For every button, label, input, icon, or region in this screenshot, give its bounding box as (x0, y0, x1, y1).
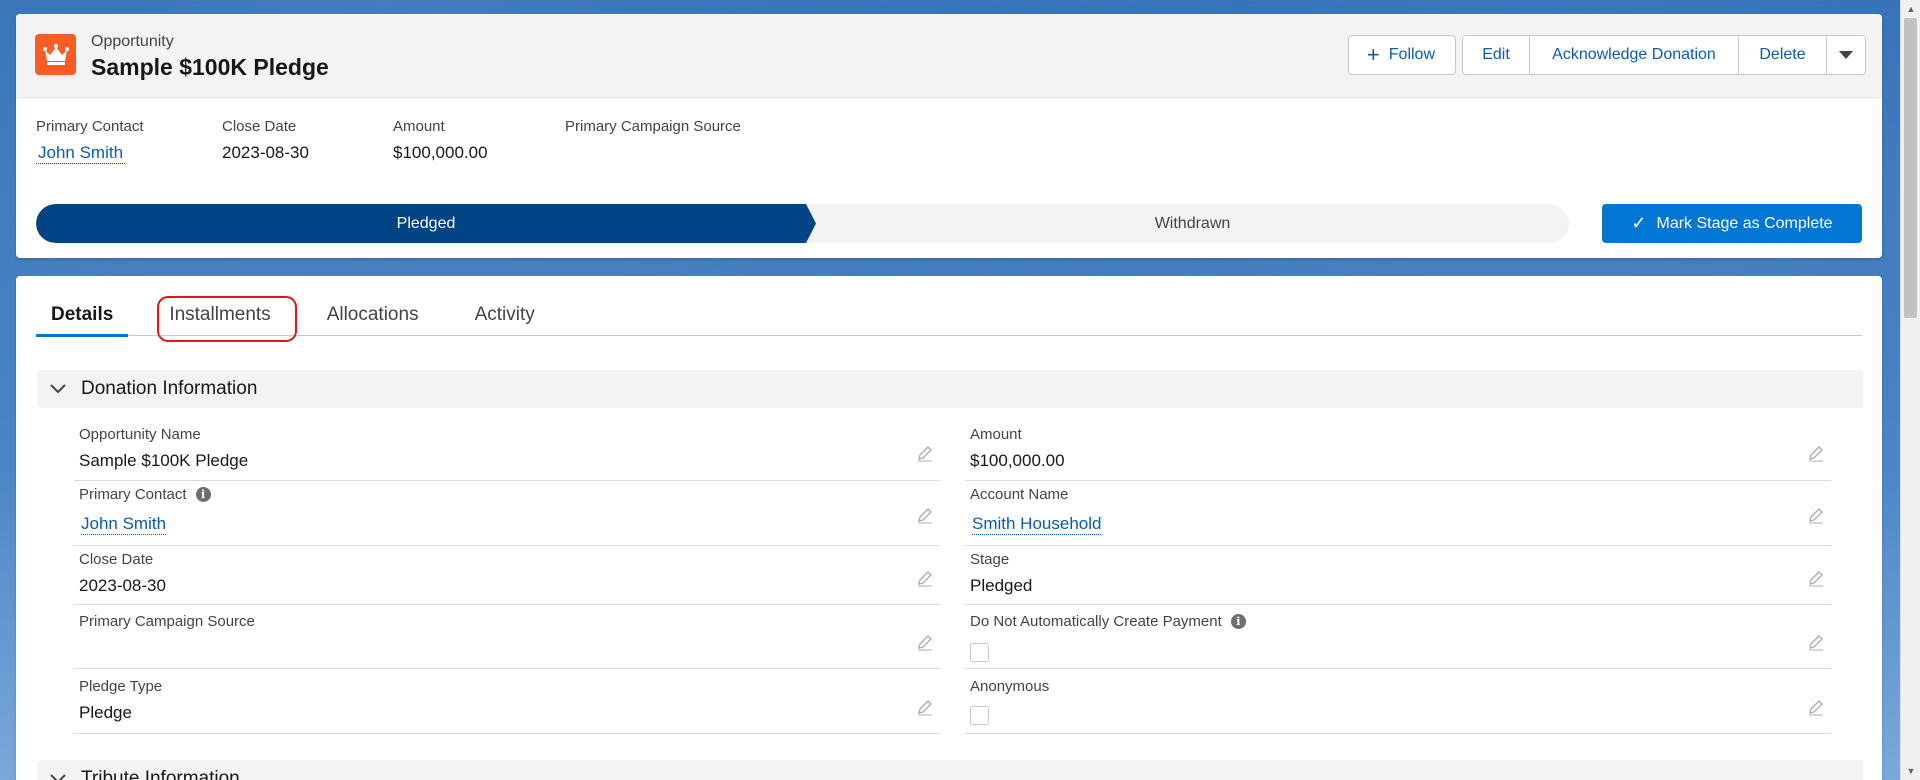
field-label-text: Primary Contact (79, 486, 187, 503)
section-title: Tribute Information (81, 768, 240, 780)
highlight-campaign-source: Primary Campaign Source (565, 118, 805, 164)
record-header-top: Opportunity Sample $100K Pledge + Follow… (16, 14, 1882, 98)
chevron-down-icon (50, 384, 66, 394)
scroll-down-icon[interactable]: ▼ (1901, 762, 1920, 780)
field-opportunity-name: Opportunity Name Sample $100K Pledge (74, 426, 940, 481)
highlights-panel: Primary Contact John Smith Close Date 20… (36, 118, 805, 164)
info-icon[interactable]: i (195, 487, 211, 502)
field-value: Sample $100K Pledge (79, 451, 249, 470)
chevron-down-icon (1839, 51, 1853, 59)
acknowledge-donation-button[interactable]: Acknowledge Donation (1529, 35, 1739, 75)
pencil-icon[interactable] (916, 446, 934, 462)
stage-path: Pledged Withdrawn (36, 204, 1569, 243)
pencil-icon[interactable] (916, 700, 934, 716)
field-primary-contact: Primary Contact i John Smith (74, 486, 940, 546)
field-close-date: Close Date 2023-08-30 (74, 551, 940, 605)
info-icon[interactable]: i (1230, 614, 1246, 629)
field-label: Account Name (970, 486, 1069, 503)
pencil-icon[interactable] (916, 508, 934, 524)
field-amount: Amount $100,000.00 (965, 426, 1831, 481)
field-label: Primary Campaign Source (79, 613, 255, 630)
pencil-icon[interactable] (916, 635, 934, 651)
field-label: Do Not Automatically Create Payment i (970, 613, 1246, 630)
mark-complete-label: Mark Stage as Complete (1656, 214, 1833, 232)
record-detail-panel: Details Installments Allocations Activit… (16, 276, 1882, 780)
anonymous-checkbox[interactable] (970, 706, 989, 725)
field-label: Amount (970, 426, 1022, 443)
highlight-label: Close Date (222, 118, 297, 135)
path-step-current[interactable]: Pledged (36, 204, 816, 243)
delete-button[interactable]: Delete (1738, 35, 1827, 75)
highlight-value: $100,000.00 (393, 143, 488, 162)
record-tabs: Details Installments Allocations Activit… (36, 294, 1862, 337)
section-donation-information[interactable]: Donation Information (37, 370, 1863, 408)
checkmark-icon: ✓ (1631, 213, 1647, 233)
account-name-link[interactable]: Smith Household (972, 514, 1102, 535)
highlight-label: Primary Campaign Source (565, 118, 741, 135)
field-do-not-create-payment: Do Not Automatically Create Payment i (965, 613, 1831, 669)
vertical-scrollbar[interactable]: ▲ ▼ (1900, 0, 1920, 780)
follow-label: Follow (1388, 46, 1435, 63)
field-value: 2023-08-30 (79, 576, 166, 595)
primary-contact-link[interactable]: John Smith (81, 514, 167, 535)
mark-stage-complete-button[interactable]: ✓ Mark Stage as Complete (1602, 204, 1862, 243)
pencil-icon[interactable] (1807, 446, 1825, 462)
highlight-label: Amount (393, 118, 445, 135)
highlight-amount: Amount $100,000.00 (393, 118, 565, 164)
record-header: Opportunity Sample $100K Pledge + Follow… (16, 14, 1882, 258)
action-button-group: Edit Acknowledge Donation Delete (1462, 35, 1866, 75)
highlight-value: 2023-08-30 (222, 143, 309, 162)
tab-allocations[interactable]: Allocations (312, 294, 434, 336)
field-anonymous: Anonymous (965, 678, 1831, 734)
primary-contact-link[interactable]: John Smith (36, 143, 126, 164)
field-label: Stage (970, 551, 1010, 568)
follow-button[interactable]: + Follow (1347, 35, 1456, 75)
pencil-icon[interactable] (1807, 571, 1825, 587)
field-value: $100,000.00 (970, 451, 1065, 470)
tab-activity[interactable]: Activity (460, 294, 550, 336)
more-actions-button[interactable] (1826, 35, 1866, 75)
field-label: Opportunity Name (79, 426, 201, 443)
field-account-name: Account Name Smith Household (965, 486, 1831, 546)
pencil-icon[interactable] (1807, 508, 1825, 524)
plus-icon: + (1366, 42, 1380, 67)
record-actions: + Follow Edit Acknowledge Donation Delet… (1347, 35, 1866, 75)
scroll-up-icon[interactable]: ▲ (1901, 0, 1920, 18)
pencil-icon[interactable] (916, 571, 934, 587)
section-title: Donation Information (81, 378, 258, 399)
field-value: Pledge (79, 703, 132, 722)
highlight-close-date: Close Date 2023-08-30 (222, 118, 393, 164)
field-pledge-type: Pledge Type Pledge (74, 678, 940, 734)
record-type-label: Opportunity (91, 33, 174, 50)
field-label: Primary Contact i (79, 486, 211, 503)
field-primary-campaign-source: Primary Campaign Source (74, 613, 940, 669)
crown-icon (35, 34, 76, 75)
pencil-icon[interactable] (1807, 635, 1825, 651)
page-title: Sample $100K Pledge (91, 54, 329, 80)
pencil-icon[interactable] (1807, 700, 1825, 716)
tab-installments[interactable]: Installments (154, 294, 285, 336)
do-not-create-payment-checkbox[interactable] (970, 643, 989, 662)
highlight-label: Primary Contact (36, 118, 144, 135)
field-stage: Stage Pledged (965, 551, 1831, 605)
section-tribute-information[interactable]: Tribute Information (37, 760, 1863, 780)
field-label: Pledge Type (79, 678, 163, 695)
chevron-down-icon (50, 774, 66, 780)
path-step-next[interactable]: Withdrawn (816, 204, 1569, 243)
edit-button[interactable]: Edit (1462, 35, 1530, 75)
field-label: Close Date (79, 551, 154, 568)
field-label-text: Do Not Automatically Create Payment (970, 613, 1222, 630)
scrollbar-thumb[interactable] (1904, 18, 1917, 318)
highlight-primary-contact: Primary Contact John Smith (36, 118, 222, 164)
field-label: Anonymous (970, 678, 1050, 695)
field-value: Pledged (970, 576, 1033, 595)
tab-details[interactable]: Details (36, 294, 129, 337)
